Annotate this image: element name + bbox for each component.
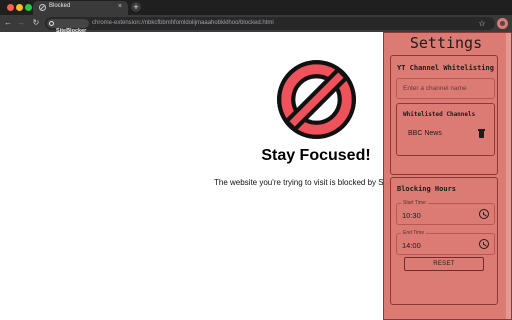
list-item: BBC News	[403, 128, 489, 140]
tab-close-icon[interactable]: ×	[118, 2, 122, 12]
end-time-field[interactable]: End Time 14:00	[396, 230, 495, 255]
blocking-hours-heading: Blocking Hours	[397, 185, 457, 193]
end-time-value[interactable]: 14:00	[402, 241, 421, 250]
whitelisted-channels-panel: Whitelisted Channels BBC News	[396, 103, 495, 156]
start-time-value[interactable]: 10:30	[402, 211, 421, 220]
channel-name: BBC News	[408, 130, 442, 137]
extension-site-icon	[49, 21, 54, 26]
back-arrow-icon[interactable]: ←	[3, 18, 13, 28]
tab-strip: Blocked × +	[0, 0, 512, 15]
end-time-label: End Time	[401, 230, 427, 236]
close-window-button[interactable]	[7, 4, 14, 11]
yt-whitelist-heading: YT Channel Whitelisting	[397, 64, 494, 72]
channel-input-placeholder: Enter a channel name	[403, 85, 467, 92]
whitelisted-channels-heading: Whitelisted Channels	[403, 111, 476, 118]
address-bar[interactable]: SiteBlocker chrome-extension://nbkcfbbmh…	[45, 17, 495, 34]
forward-arrow-icon[interactable]: →	[16, 18, 26, 28]
minimize-window-button[interactable]	[16, 4, 23, 11]
new-tab-button[interactable]: +	[131, 2, 141, 12]
channel-name-input[interactable]: Enter a channel name	[396, 78, 495, 99]
blocking-hours-panel: Blocking Hours Start Time 10:30 End Time…	[390, 177, 498, 305]
settings-popup: Settings YT Channel Whitelisting Enter a…	[383, 32, 512, 320]
tab-blocked[interactable]: Blocked ×	[33, 1, 128, 15]
clock-icon[interactable]	[479, 209, 489, 219]
blocked-favicon-icon	[39, 4, 46, 11]
siteblocker-extension-icon[interactable]	[497, 18, 508, 29]
trash-icon[interactable]	[478, 129, 485, 138]
reload-icon[interactable]: ↻	[31, 18, 41, 28]
site-info-chip[interactable]: SiteBlocker	[47, 19, 90, 34]
tab-title: Blocked	[49, 3, 71, 9]
prohibited-icon	[277, 60, 356, 139]
start-time-label: Start Time	[401, 200, 428, 206]
popup-title: Settings	[409, 34, 483, 52]
reset-button[interactable]: RESET	[404, 257, 484, 271]
clock-icon[interactable]	[479, 239, 489, 249]
yt-whitelist-panel: YT Channel Whitelisting Enter a channel …	[390, 55, 498, 175]
start-time-field[interactable]: Start Time 10:30	[396, 200, 495, 225]
url-text[interactable]: chrome-extension://nbkcfbbmhfomldolijmaa…	[92, 19, 274, 28]
popup-scrollbar[interactable]	[506, 33, 511, 319]
blocked-message: The website you're trying to visit is bl…	[214, 178, 384, 187]
site-chip-label: SiteBlocker	[56, 28, 87, 34]
maximize-window-button[interactable]	[25, 4, 32, 11]
browser-toolbar: ← → ↻ SiteBlocker chrome-extension://nbk…	[0, 15, 512, 34]
bookmark-star-icon[interactable]: ☆	[477, 15, 487, 32]
